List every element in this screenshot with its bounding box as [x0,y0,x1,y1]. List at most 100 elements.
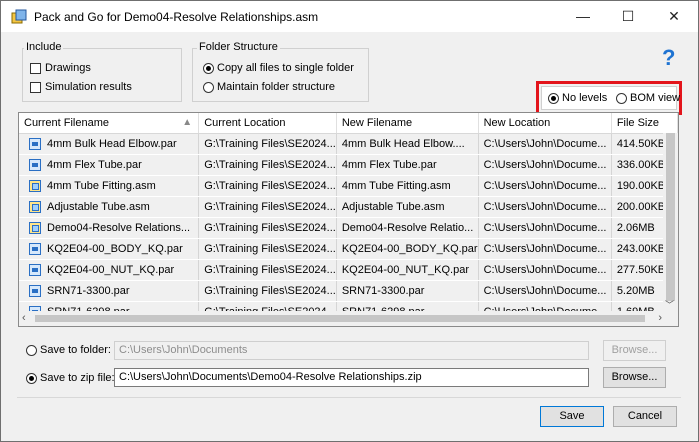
simulation-results-label: Simulation results [45,81,132,93]
column-header-new-filename[interactable]: New Filename [336,113,479,134]
browse-folder-button[interactable]: Browse... [603,340,666,361]
radio-circle[interactable] [203,62,214,74]
vertical-scrollbar[interactable]: ﹀ [663,133,678,311]
cell-current-filename: 4mm Tube Fitting.asm [19,175,200,197]
cell-new-filename: 4mm Tube Fitting.asm [336,175,479,197]
save-to-zip-radio[interactable]: Save to zip file: [26,372,115,384]
save-to-zip-label: Save to zip file: [40,372,115,384]
cell-current-location: G:\Training Files\SE2024... [198,175,337,197]
cell-new-filename: 4mm Flex Tube.par [336,154,479,176]
save-zip-path-field[interactable]: C:\Users\John\Documents\Demo04-Resolve R… [114,368,589,387]
scroll-left-arrow-icon[interactable]: ‹ [22,312,26,324]
cell-new-filename: Adjustable Tube.asm [336,196,479,218]
drawings-label: Drawings [45,62,91,74]
table-row[interactable]: Adjustable Tube.asm G:\Training Files\SE2… [19,196,678,218]
table-row[interactable]: 4mm Flex Tube.par G:\Training Files\SE202… [19,154,678,176]
column-header-label: Current Filename [24,117,109,129]
radio-circle[interactable] [616,92,627,104]
cell-new-location: C:\Users\John\Docume... [478,259,612,281]
table-row[interactable]: 4mm Tube Fitting.asm G:\Training Files\SE… [19,175,678,197]
cell-current-filename: 4mm Flex Tube.par [19,154,200,176]
browse-zip-button[interactable]: Browse... [603,367,666,388]
radio-circle[interactable] [26,372,37,384]
cell-current-location: G:\Training Files\SE2024... [198,196,337,218]
scroll-down-arrow-icon[interactable]: ﹀ [665,298,674,311]
bom-view-radio[interactable]: BOM view [616,92,680,104]
no-levels-radio[interactable]: No levels [548,92,607,104]
pack-and-go-dialog: Pack and Go for Demo04-Resolve Relations… [0,0,699,442]
title-bar: Pack and Go for Demo04-Resolve Relations… [1,1,698,32]
cell-new-location: C:\Users\John\Docume... [478,280,612,302]
cell-current-filename: Adjustable Tube.asm [19,196,200,218]
cell-new-location: C:\Users\John\Docume... [478,217,612,239]
save-folder-path-field[interactable]: C:\Users\John\Documents [114,341,589,360]
cell-current-location: G:\Training Files\SE2024... [198,280,337,302]
folder-structure-group [192,48,369,102]
column-header-new-location[interactable]: New Location [478,113,612,134]
assembly-icon [29,201,41,213]
table-row[interactable]: KQ2E04-00_BODY_KQ.par G:\Training Files\S… [19,238,678,260]
include-group [22,48,182,102]
filename-text: 4mm Bulk Head Elbow.par [47,138,177,150]
part-icon [29,264,41,276]
checkbox-box[interactable] [30,62,41,74]
cell-current-location: G:\Training Files\SE2024... [198,154,337,176]
file-list-table[interactable]: Current Filename ▲ Current Location New … [18,112,679,327]
cell-current-location: G:\Training Files\SE2024... [198,217,337,239]
filename-text: KQ2E04-00_BODY_KQ.par [47,243,183,255]
cell-new-filename: Demo04-Resolve Relatio... [336,217,479,239]
file-table-body: 4mm Bulk Head Elbow.par G:\Training Files… [19,133,678,323]
assembly-icon [29,222,41,234]
filename-text: 4mm Tube Fitting.asm [47,180,156,192]
minimize-button[interactable]: — [560,1,606,32]
maximize-button[interactable]: ☐ [605,1,651,32]
table-row[interactable]: 4mm Bulk Head Elbow.par G:\Training Files… [19,133,678,155]
checkbox-box[interactable] [30,81,41,93]
part-icon [29,159,41,171]
horizontal-scroll-thumb[interactable] [35,315,645,322]
drawings-checkbox[interactable]: Drawings [30,62,91,74]
help-icon[interactable]: ? [662,45,675,71]
copy-single-folder-label: Copy all files to single folder [217,62,354,74]
horizontal-scrollbar[interactable]: ‹ › [19,311,665,326]
cancel-button[interactable]: Cancel [613,406,677,427]
cell-new-location: C:\Users\John\Docume... [478,196,612,218]
column-header-current-filename[interactable]: Current Filename ▲ [19,113,200,134]
close-button[interactable]: ✕ [651,1,697,32]
filename-text: Adjustable Tube.asm [47,201,150,213]
radio-circle[interactable] [26,344,37,356]
file-table: Current Filename ▲ Current Location New … [19,113,678,323]
scroll-right-arrow-icon[interactable]: › [658,312,662,324]
part-icon [29,138,41,150]
assembly-icon [29,180,41,192]
filename-text: SRN71-3300.par [47,285,130,297]
folder-structure-group-label: Folder Structure [197,41,280,53]
maintain-folder-structure-radio[interactable]: Maintain folder structure [203,81,335,93]
cell-new-location: C:\Users\John\Docume... [478,133,612,155]
sort-ascending-icon: ▲ [182,117,193,128]
table-row[interactable]: KQ2E04-00_NUT_KQ.par G:\Training Files\SE… [19,259,678,281]
save-to-folder-radio[interactable]: Save to folder: [26,344,111,356]
cell-current-filename: Demo04-Resolve Relations... [19,217,200,239]
no-levels-label: No levels [562,92,608,104]
radio-circle[interactable] [548,92,559,104]
bom-view-label: BOM view [630,92,681,104]
column-header-file-size[interactable]: File Size [611,113,678,134]
vertical-scroll-thumb[interactable] [666,133,675,301]
cell-current-filename: 4mm Bulk Head Elbow.par [19,133,200,155]
column-header-current-location[interactable]: Current Location [198,113,337,134]
solid-edge-app-icon [11,9,27,24]
cell-current-filename: SRN71-3300.par [19,280,200,302]
table-row[interactable]: Demo04-Resolve Relations... G:\Training F… [19,217,678,239]
cell-new-filename: SRN71-3300.par [336,280,479,302]
radio-circle[interactable] [203,81,214,93]
cell-new-filename: KQ2E04-00_NUT_KQ.par [336,259,479,281]
simulation-results-checkbox[interactable]: Simulation results [30,81,132,93]
filename-text: 4mm Flex Tube.par [47,159,142,171]
save-button[interactable]: Save [540,406,604,427]
cell-current-filename: KQ2E04-00_BODY_KQ.par [19,238,200,260]
table-row[interactable]: SRN71-3300.par G:\Training Files\SE2024..… [19,280,678,302]
copy-single-folder-radio[interactable]: Copy all files to single folder [203,62,354,74]
window-title: Pack and Go for Demo04-Resolve Relations… [34,10,319,24]
cell-current-filename: KQ2E04-00_NUT_KQ.par [19,259,200,281]
